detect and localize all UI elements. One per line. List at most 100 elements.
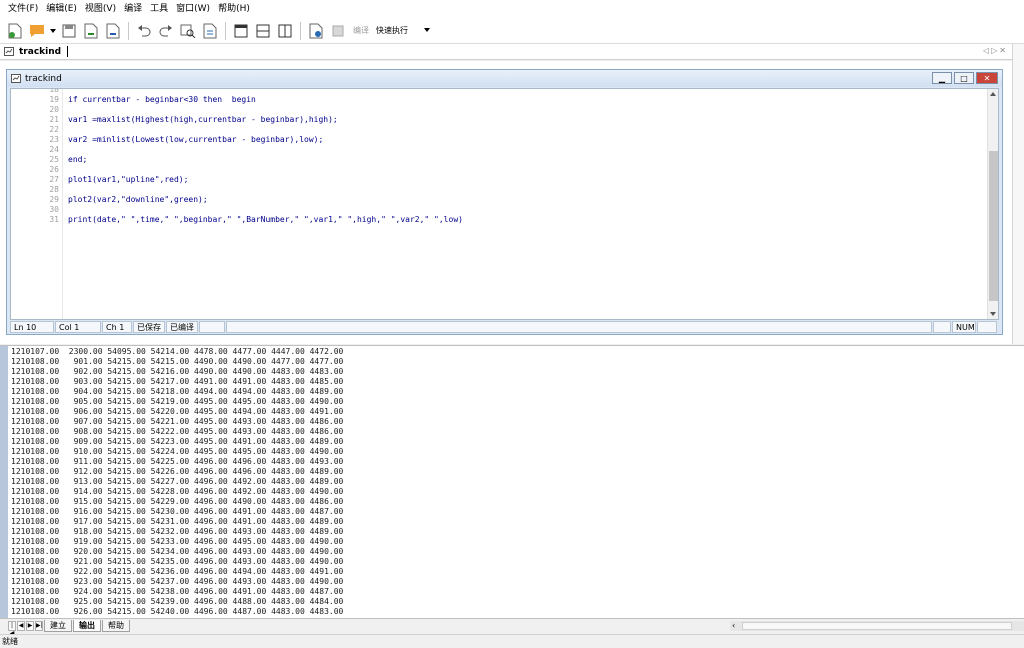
verify-icon[interactable] xyxy=(306,21,326,41)
code-line: 23 var2 =minlist(Lowest(low,currentbar - … xyxy=(11,135,971,145)
line-number: 28 xyxy=(49,185,59,194)
quick-exec-value: 快速执行 xyxy=(376,25,408,35)
output-pane[interactable]: 1210107.00 2300.00 54095.00 54214.00 447… xyxy=(0,345,1024,618)
line-number: 24 xyxy=(49,145,59,154)
menu-help[interactable]: 帮助(H) xyxy=(214,0,254,18)
menu-edit[interactable]: 编辑(E) xyxy=(42,0,81,18)
code-line: 30 xyxy=(11,205,971,215)
minimize-button[interactable]: ▁ xyxy=(932,72,952,84)
menu-window[interactable]: 窗口(W) xyxy=(172,0,214,18)
line-number: 21 xyxy=(49,115,59,124)
horizontal-scroll-thumb[interactable] xyxy=(742,622,1012,630)
scroll-up-icon[interactable] xyxy=(990,92,996,96)
menu-bar: 文件(F) 编辑(E) 视图(V) 编译 工具 窗口(W) 帮助(H) xyxy=(0,0,1024,18)
compile-label[interactable]: 编译 xyxy=(353,25,369,36)
status-empty-2 xyxy=(226,321,932,333)
output-line: 1210108.00 915.00 54215.00 54229.00 4496… xyxy=(11,497,344,506)
last-tab-icon[interactable]: ▶| xyxy=(35,620,43,631)
output-gutter xyxy=(0,346,8,618)
status-empty-1 xyxy=(199,321,225,333)
output-line: 1210108.00 906.00 54215.00 54220.00 4495… xyxy=(11,407,344,416)
line-number: 30 xyxy=(49,205,59,214)
undo-icon[interactable] xyxy=(134,21,154,41)
next-tab-icon[interactable]: ▶ xyxy=(26,620,34,631)
tab-output[interactable]: 输出 xyxy=(73,619,101,632)
tab-build[interactable]: 建立 xyxy=(44,619,72,632)
new-file-icon[interactable] xyxy=(5,21,25,41)
doc-tab-trackind[interactable]: trackind xyxy=(0,44,69,60)
output-line: 1210108.00 917.00 54215.00 54231.00 4496… xyxy=(11,517,344,526)
output-line: 1210108.00 911.00 54215.00 54225.00 4496… xyxy=(11,457,344,466)
output-line: 1210108.00 916.00 54215.00 54230.00 4496… xyxy=(11,507,344,516)
editor-status-bar: Ln 10 Col 1 Ch 1 已保存 已编译 NUM xyxy=(10,321,999,333)
editor-window-titlebar[interactable]: trackind ▁ □ ✕ xyxy=(7,70,1002,87)
line-number: 25 xyxy=(49,155,59,164)
first-tab-icon[interactable]: |◀ xyxy=(8,620,16,637)
window-single-icon[interactable] xyxy=(231,21,251,41)
output-line: 1210108.00 919.00 54215.00 54233.00 4496… xyxy=(11,537,344,546)
menu-view[interactable]: 视图(V) xyxy=(81,0,120,18)
redo-icon[interactable] xyxy=(156,21,176,41)
code-text: if currentbar - beginbar<30 then begin xyxy=(68,95,256,104)
status-empty-3 xyxy=(933,321,951,333)
right-side-panel xyxy=(1012,44,1024,344)
editor-vertical-scrollbar[interactable] xyxy=(987,89,998,319)
menu-tools[interactable]: 工具 xyxy=(146,0,172,18)
output-line: 1210108.00 921.00 54215.00 54235.00 4496… xyxy=(11,557,344,566)
output-tab-strip: |◀ ◀ ▶ ▶| 建立 输出 帮助 ‹ xyxy=(0,618,1024,637)
code-line: 28 xyxy=(11,185,971,195)
output-line: 1210108.00 914.00 54215.00 54228.00 4496… xyxy=(11,487,344,496)
comment-icon[interactable] xyxy=(27,21,47,41)
code-text: var2 =minlist(Lowest(low,currentbar - be… xyxy=(68,135,324,144)
tab-help[interactable]: 帮助 xyxy=(102,619,130,632)
import-icon[interactable] xyxy=(103,21,123,41)
line-number: 22 xyxy=(49,125,59,134)
scroll-left-icon[interactable]: ‹ xyxy=(732,621,735,631)
scroll-down-icon[interactable] xyxy=(990,312,996,316)
chart-doc-icon xyxy=(4,47,14,56)
status-compiled: 已编译 xyxy=(166,321,198,333)
replace-icon[interactable] xyxy=(200,21,220,41)
window-vertical-icon[interactable] xyxy=(275,21,295,41)
output-line: 1210108.00 923.00 54215.00 54237.00 4496… xyxy=(11,577,344,586)
status-line: Ln 10 xyxy=(10,321,54,333)
scroll-thumb[interactable] xyxy=(989,151,998,301)
document-tab-strip: trackind ◁▷✕ xyxy=(0,44,1012,60)
dropdown-arrow-icon[interactable] xyxy=(49,21,57,41)
code-line: 26 xyxy=(11,165,971,175)
prev-tab-icon[interactable]: ◀ xyxy=(17,620,25,631)
line-number: 27 xyxy=(49,175,59,184)
export-icon[interactable] xyxy=(81,21,101,41)
output-line: 1210108.00 925.00 54215.00 54239.00 4496… xyxy=(11,597,344,606)
save-icon[interactable] xyxy=(59,21,79,41)
line-number: 31 xyxy=(49,215,59,224)
line-number: 18 xyxy=(49,88,59,94)
menu-file[interactable]: 文件(F) xyxy=(4,0,42,18)
output-line: 1210108.00 909.00 54215.00 54223.00 4495… xyxy=(11,437,344,446)
line-number: 26 xyxy=(49,165,59,174)
toolbar-separator xyxy=(300,21,301,40)
quick-exec-select[interactable]: 快速执行 xyxy=(373,22,433,39)
code-line: 29 plot2(var2,"downline",green); xyxy=(11,195,971,205)
find-icon[interactable] xyxy=(178,21,198,41)
maximize-button[interactable]: □ xyxy=(954,72,974,84)
line-number: 19 xyxy=(49,95,59,104)
doc-tab-label: trackind xyxy=(19,46,62,57)
tab-nav-arrows-icon[interactable]: ◁▷✕ xyxy=(983,46,1008,55)
compile-icon[interactable] xyxy=(328,21,348,41)
code-line: 21 var1 =maxlist(Highest(high,currentbar … xyxy=(11,115,971,125)
menu-compile[interactable]: 编译 xyxy=(120,0,146,18)
toolbar-separator xyxy=(128,21,129,40)
chevron-down-icon xyxy=(424,27,430,32)
code-text: end; xyxy=(68,155,88,164)
chart-doc-icon xyxy=(11,74,21,83)
output-line: 1210107.00 2300.00 54095.00 54214.00 447… xyxy=(11,347,344,356)
toolbar-separator xyxy=(225,21,226,40)
code-line: 18 xyxy=(11,88,971,95)
mdi-area: trackind ▁ □ ✕ 18 19 if currentbar - begin… xyxy=(0,61,1012,344)
code-editor[interactable]: 18 19 if currentbar - beginbar<30 then beg… xyxy=(10,88,999,320)
output-line: 1210108.00 901.00 54215.00 54215.00 4490… xyxy=(11,357,344,366)
output-horizontal-scrollbar[interactable]: ‹ xyxy=(730,621,1024,631)
window-horizontal-icon[interactable] xyxy=(253,21,273,41)
close-button[interactable]: ✕ xyxy=(976,72,998,84)
